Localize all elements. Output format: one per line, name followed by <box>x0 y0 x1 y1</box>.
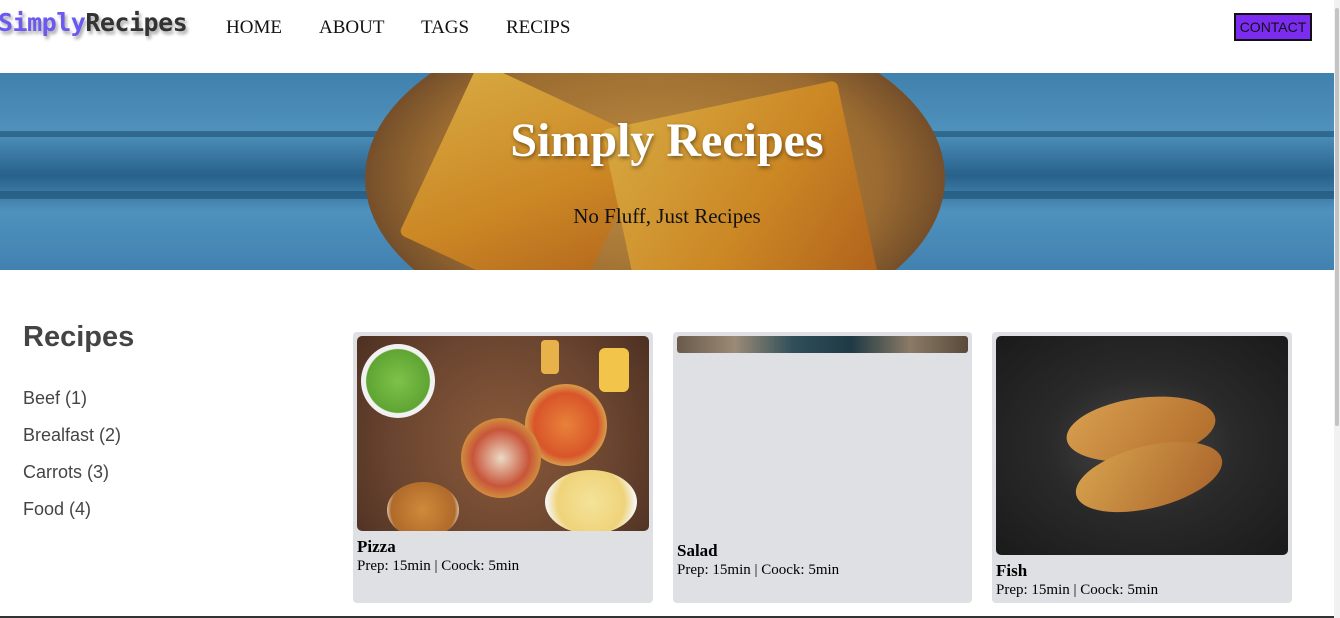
fish-image <box>996 336 1288 555</box>
tag-link-food[interactable]: Food (4) <box>23 499 91 520</box>
contact-button[interactable]: CONTACT <box>1234 13 1312 41</box>
logo-part-simply: Simply <box>0 8 86 37</box>
recipe-title: Salad <box>677 541 718 560</box>
drink-glass-shape <box>599 348 629 392</box>
hero-subtitle: No Fluff, Just Recipes <box>573 204 761 228</box>
salad-bowl-shape <box>361 344 435 418</box>
recipe-card-salad[interactable]: Salad Prep: 15min | Coock: 5min <box>673 332 972 603</box>
nav-recipes-link[interactable]: RECIPS <box>506 17 570 39</box>
recipe-card-pizza[interactable]: Pizza Prep: 15min | Coock: 5min <box>353 332 653 603</box>
tag-link-breakfast[interactable]: Brealfast (2) <box>23 425 121 446</box>
pizza-shape <box>545 470 637 531</box>
tag-link-beef[interactable]: Beef (1) <box>23 388 87 409</box>
pizza-shape <box>387 482 459 531</box>
navbar: SimplyRecipes HOME ABOUT TAGS RECIPS CON… <box>0 0 1334 73</box>
recipe-title: Pizza <box>357 537 396 556</box>
hero-banner: Simply Recipes No Fluff, Just Recipes <box>0 73 1334 270</box>
recipe-meta: Prep: 15min | Coock: 5min <box>677 562 840 578</box>
site-logo[interactable]: SimplyRecipes <box>0 8 188 37</box>
scrollbar-thumb[interactable] <box>1335 8 1339 426</box>
pizza-image <box>357 336 649 531</box>
logo-part-recipes: Recipes <box>85 8 188 37</box>
nav-tags-link[interactable]: TAGS <box>421 17 469 39</box>
sidebar-title: Recipes <box>23 321 135 353</box>
hero-overlay <box>0 73 1334 270</box>
recipe-card-fish[interactable]: Fish Prep: 15min | Coock: 5min <box>992 332 1292 603</box>
salad-image <box>677 336 968 353</box>
recipe-meta: Prep: 15min | Coock: 5min <box>996 582 1159 598</box>
hero-title: Simply Recipes <box>510 114 824 167</box>
nav-home-link[interactable]: HOME <box>226 17 282 39</box>
recipe-meta: Prep: 15min | Coock: 5min <box>357 558 520 574</box>
drink-glass-shape <box>541 340 559 374</box>
tag-link-carrots[interactable]: Carrots (3) <box>23 462 109 483</box>
nav-about-link[interactable]: ABOUT <box>319 17 384 39</box>
recipe-title: Fish <box>996 561 1028 580</box>
pizza-shape <box>461 418 541 498</box>
